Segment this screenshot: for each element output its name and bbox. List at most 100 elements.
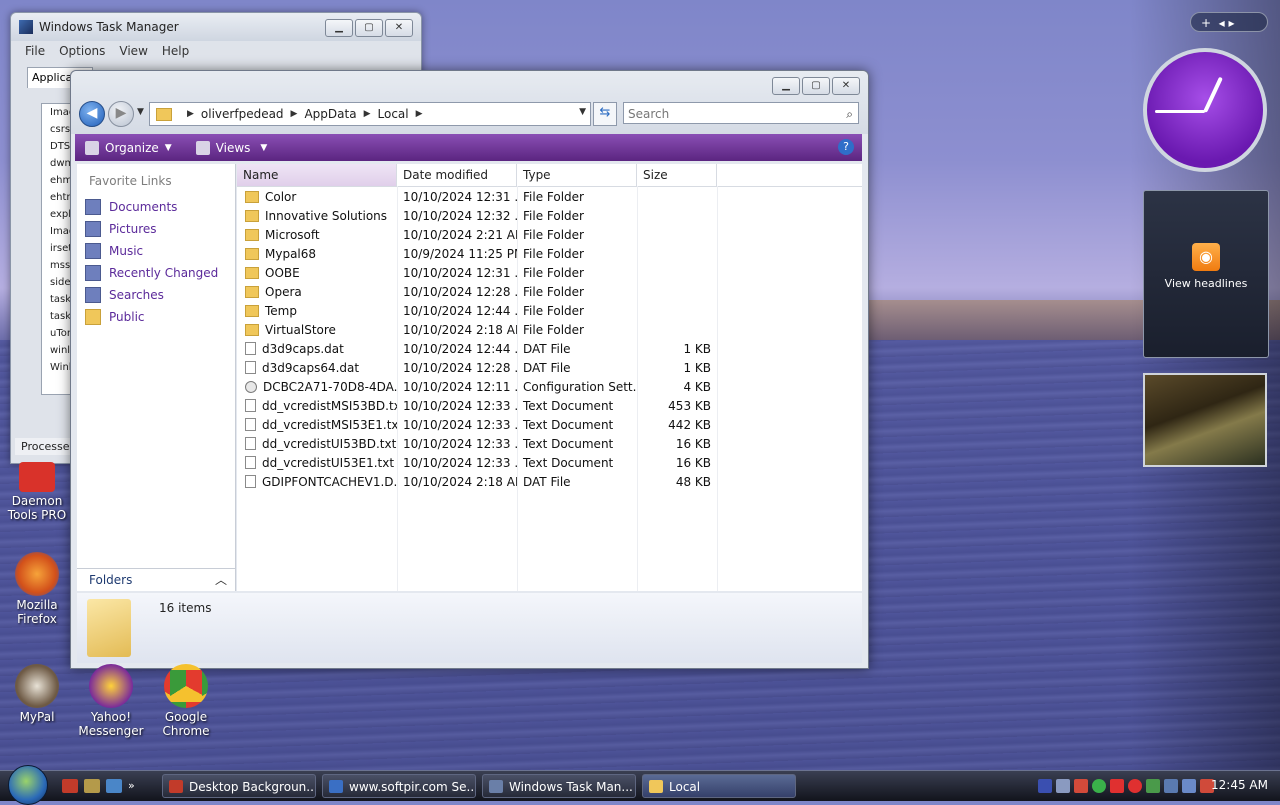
table-row[interactable]: dd_vcredistUI53E1.txt 10/10/2024 12:33 ..… [237, 453, 862, 472]
desktop-icon-yahoo-messenger[interactable]: Yahoo! Messenger [75, 664, 147, 738]
table-row[interactable]: Opera 10/10/2024 12:28 ... File Folder [237, 282, 862, 301]
quick-launch-icon[interactable] [62, 779, 78, 793]
address-dropdown[interactable]: ▼ [579, 107, 586, 117]
more-icon[interactable]: » [128, 779, 140, 793]
sidebar-item-recently-changed[interactable]: Recently Changed [77, 262, 235, 284]
tray-icon[interactable] [1164, 779, 1178, 793]
network-icon[interactable] [1182, 779, 1196, 793]
file-name-cell[interactable]: DCBC2A71-70D8-4DA... [237, 380, 397, 394]
file-name-cell[interactable]: d3d9caps.dat [237, 342, 397, 356]
views-button[interactable]: Views ▼ [195, 140, 267, 155]
recent-pages-dropdown[interactable]: ▼ [137, 107, 144, 117]
tray-error-icon[interactable] [1128, 779, 1142, 793]
column-name[interactable]: Name [237, 164, 397, 186]
file-list[interactable]: Name Date modified Type Size Color 10/10/… [237, 164, 862, 591]
taskbar-clock[interactable]: 12:45 AM [1211, 778, 1268, 792]
show-desktop-icon[interactable] [106, 779, 122, 793]
file-name-cell[interactable]: GDIPFONTCACHEV1.D... [237, 475, 397, 489]
file-name-cell[interactable]: dd_vcredistMSI53BD.txt [237, 399, 397, 413]
table-row[interactable]: dd_vcredistUI53BD.txt 10/10/2024 12:33 ..… [237, 434, 862, 453]
table-row[interactable]: Microsoft 10/10/2024 2:21 AM File Folder [237, 225, 862, 244]
slideshow-gadget[interactable] [1143, 373, 1267, 467]
file-name-cell[interactable]: d3d9caps64.dat [237, 361, 397, 375]
address-bar[interactable]: ▶ oliverfpedead ▶ AppData ▶ Local ▶ ▼ [149, 102, 591, 126]
search-icon[interactable]: ⌕ [846, 103, 853, 125]
tray-error-icon[interactable] [1110, 779, 1124, 793]
file-name-cell[interactable]: dd_vcredistUI53BD.txt [237, 437, 397, 451]
table-row[interactable]: GDIPFONTCACHEV1.D... 10/10/2024 2:18 AM DA… [237, 472, 862, 491]
table-row[interactable]: DCBC2A71-70D8-4DA... 10/10/2024 12:11 ...… [237, 377, 862, 396]
sidebar-item-documents[interactable]: Documents [77, 196, 235, 218]
tray-icon[interactable] [1074, 779, 1088, 793]
chevron-right-icon[interactable]: ▶ [291, 109, 298, 119]
close-button[interactable]: ✕ [385, 19, 413, 37]
menu-help[interactable]: Help [162, 44, 189, 58]
table-row[interactable]: dd_vcredistMSI53BD.txt 10/10/2024 12:33 .… [237, 396, 862, 415]
sidebar-item-public[interactable]: Public [77, 306, 235, 328]
explorer-titlebar[interactable]: ▁ ▢ ✕ ◀ ▶ ▼ ▶ oliverfpedead ▶ AppData ▶ … [71, 71, 868, 134]
organize-button[interactable]: Organize ▼ [85, 140, 172, 155]
view-headlines[interactable]: View headlines [1144, 277, 1268, 290]
column-date-modified[interactable]: Date modified [397, 164, 517, 186]
file-name-cell[interactable]: OOBE [237, 266, 397, 280]
file-name-cell[interactable]: Microsoft [237, 228, 397, 242]
taskbar-button-task-manager[interactable]: Windows Task Man... [482, 774, 636, 798]
menu-options[interactable]: Options [59, 44, 105, 58]
back-button[interactable]: ◀ [79, 101, 105, 127]
start-button[interactable] [8, 765, 48, 805]
breadcrumb-local[interactable]: Local [378, 107, 409, 121]
close-button[interactable]: ✕ [832, 77, 860, 95]
table-row[interactable]: Color 10/10/2024 12:31 ... File Folder [237, 187, 862, 206]
chevron-right-icon[interactable]: ▶ [364, 109, 371, 119]
table-row[interactable]: d3d9caps.dat 10/10/2024 12:44 ... DAT File… [237, 339, 862, 358]
table-row[interactable]: Innovative Solutions 10/10/2024 12:32 ...… [237, 206, 862, 225]
desktop-icon-firefox[interactable]: Mozilla Firefox [1, 552, 73, 626]
maximize-button[interactable]: ▢ [355, 19, 383, 37]
sidebar-item-searches[interactable]: Searches [77, 284, 235, 306]
desktop-icon-mypal[interactable]: MyPal [1, 664, 73, 724]
table-row[interactable]: Mypal68 10/9/2024 11:25 PM File Folder [237, 244, 862, 263]
minimize-button[interactable]: ▁ [325, 19, 353, 37]
file-name-cell[interactable]: Color [237, 190, 397, 204]
utorrent-icon[interactable] [1092, 779, 1106, 793]
clock-gadget[interactable] [1143, 48, 1267, 172]
sidebar-item-pictures[interactable]: Pictures [77, 218, 235, 240]
sidebar-controls[interactable]: + ◂ ▸ [1190, 12, 1268, 32]
help-icon[interactable]: ? [838, 139, 854, 155]
file-name-cell[interactable]: Opera [237, 285, 397, 299]
file-name-cell[interactable]: dd_vcredistUI53E1.txt [237, 456, 397, 470]
taskbar-button-desktop-background[interactable]: Desktop Backgroun... [162, 774, 316, 798]
file-name-cell[interactable]: Innovative Solutions [237, 209, 397, 223]
file-name-cell[interactable]: Temp [237, 304, 397, 318]
chevron-right-icon[interactable]: ▶ [187, 109, 194, 119]
taskbar-button-local[interactable]: Local [642, 774, 796, 798]
forward-button[interactable]: ▶ [108, 101, 134, 127]
desktop-icon-google-chrome[interactable]: Google Chrome [150, 664, 222, 738]
menu-file[interactable]: File [25, 44, 45, 58]
table-row[interactable]: VirtualStore 10/10/2024 2:18 AM File Folde… [237, 320, 862, 339]
desktop-icon-daemon-tools[interactable]: Daemon Tools PRO [1, 462, 73, 522]
table-row[interactable]: Temp 10/10/2024 12:44 ... File Folder [237, 301, 862, 320]
taskbar-button-softpir[interactable]: www.softpir.com Se... [322, 774, 476, 798]
security-icon[interactable] [1146, 779, 1160, 793]
column-size[interactable]: Size [637, 164, 717, 186]
quick-launch-icon[interactable] [84, 779, 100, 793]
feed-gadget[interactable]: ◉ View headlines [1143, 190, 1269, 358]
menu-view[interactable]: View [119, 44, 147, 58]
file-name-cell[interactable]: dd_vcredistMSI53E1.txt [237, 418, 397, 432]
maximize-button[interactable]: ▢ [802, 77, 830, 95]
chevron-right-icon[interactable]: ▶ [416, 109, 423, 119]
file-name-cell[interactable]: Mypal68 [237, 247, 397, 261]
tray-icon[interactable] [1038, 779, 1052, 793]
refresh-button[interactable]: ⇆ [593, 102, 617, 126]
file-name-cell[interactable]: VirtualStore [237, 323, 397, 337]
tray-icon[interactable] [1056, 779, 1070, 793]
sidebar-item-music[interactable]: Music [77, 240, 235, 262]
table-row[interactable]: d3d9caps64.dat 10/10/2024 12:28 ... DAT Fi… [237, 358, 862, 377]
breadcrumb-appdata[interactable]: AppData [304, 107, 356, 121]
table-row[interactable]: OOBE 10/10/2024 12:31 ... File Folder [237, 263, 862, 282]
search-input[interactable]: Search ⌕ [623, 102, 859, 124]
minimize-button[interactable]: ▁ [772, 77, 800, 95]
folders-toggle[interactable]: Folders ︿ [77, 568, 235, 590]
breadcrumb-user[interactable]: oliverfpedead [201, 107, 284, 121]
